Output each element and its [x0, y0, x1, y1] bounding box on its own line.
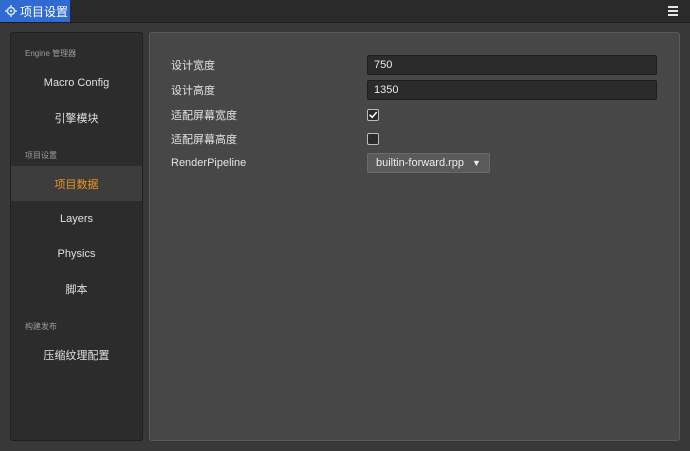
sidebar-item-texture-compression[interactable]: 压缩纹理配置	[11, 337, 142, 372]
design-width-label: 设计宽度	[171, 60, 215, 72]
sidebar-item-label: Physics	[57, 247, 96, 260]
sidebar-item-project-data[interactable]: 项目数据	[11, 166, 142, 201]
section-title-engine: Engine 管理器	[25, 49, 77, 58]
section-title-project: 项目设置	[25, 151, 57, 160]
render-pipeline-value: builtin-forward.rpp	[376, 157, 465, 169]
fit-height-row: 适配屏幕高度	[171, 128, 661, 150]
fit-width-row: 适配屏幕宽度	[171, 104, 661, 126]
sidebar-item-label: 压缩纹理配置	[43, 349, 110, 362]
sidebar-item-macro-config[interactable]: Macro Config	[11, 65, 142, 100]
design-height-label: 设计高度	[171, 85, 215, 97]
tab-project-settings[interactable]: 项目设置	[0, 0, 70, 22]
project-data-panel: 设计宽度 750 设计高度 1350 适配屏幕宽度 适配屏幕高度 RenderP…	[149, 32, 680, 441]
sidebar-item-label: 项目数据	[54, 178, 99, 191]
design-height-row: 设计高度 1350	[171, 79, 661, 101]
design-width-row: 设计宽度 750	[171, 54, 661, 76]
hamburger-menu-icon[interactable]	[666, 4, 680, 18]
fit-height-checkbox[interactable]	[367, 133, 379, 145]
sidebar-item-label: 引擎模块	[54, 112, 99, 125]
fit-height-label: 适配屏幕高度	[171, 134, 237, 146]
tab-title: 项目设置	[20, 4, 69, 19]
title-bar: 项目设置	[0, 0, 690, 23]
fit-width-label: 适配屏幕宽度	[171, 110, 237, 122]
settings-sidebar: Engine 管理器 Macro Config 引擎模块 项目设置 项目数据 L…	[10, 32, 143, 441]
triangle-down-icon: ▼	[472, 158, 481, 168]
sidebar-item-label: Layers	[59, 212, 94, 225]
render-pipeline-label: RenderPipeline	[171, 157, 247, 169]
design-width-input[interactable]: 750	[367, 55, 657, 75]
fit-width-checkbox[interactable]	[367, 109, 379, 121]
sidebar-item-scripts[interactable]: 脚本	[11, 271, 142, 306]
sidebar-item-label: Macro Config	[43, 76, 110, 89]
sidebar-item-label: 脚本	[65, 283, 88, 296]
sidebar-item-engine-modules[interactable]: 引擎模块	[11, 100, 142, 135]
gear-icon	[5, 5, 17, 17]
sidebar-item-layers[interactable]: Layers	[11, 201, 142, 236]
render-pipeline-row: RenderPipeline builtin-forward.rpp ▼	[171, 152, 661, 174]
sidebar-item-physics[interactable]: Physics	[11, 236, 142, 271]
design-height-input[interactable]: 1350	[367, 80, 657, 100]
render-pipeline-select[interactable]: builtin-forward.rpp ▼	[367, 153, 490, 173]
section-title-build: 构建发布	[25, 322, 57, 331]
checkmark-icon	[369, 111, 378, 119]
